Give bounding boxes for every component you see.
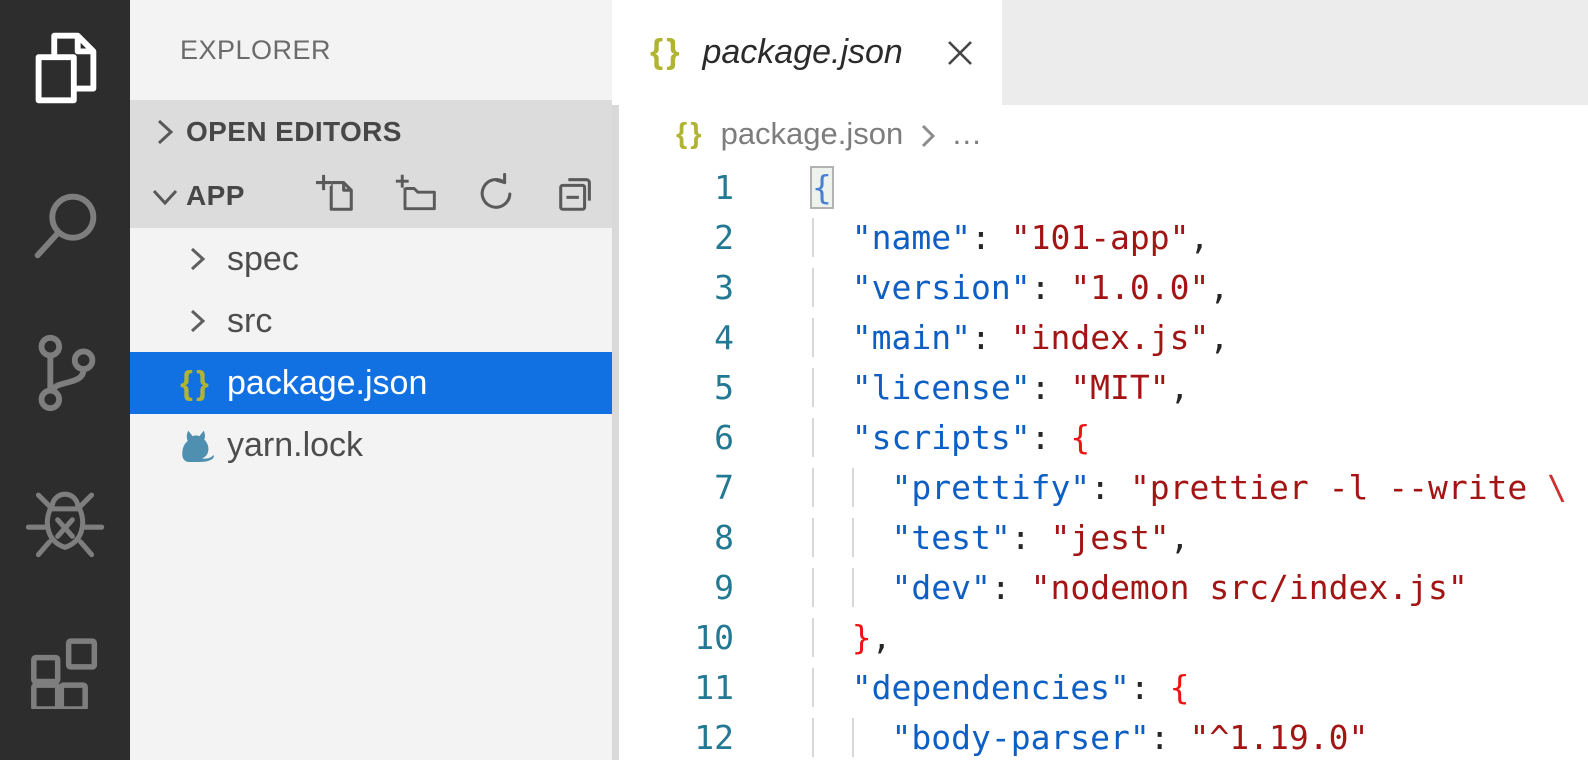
tree-item-package.json[interactable]: {}package.json bbox=[130, 352, 612, 414]
activity-item-source-control[interactable] bbox=[0, 324, 130, 424]
code-line: 10 }, bbox=[612, 613, 1588, 663]
tab-bar: {} package.json bbox=[612, 0, 1588, 105]
chevron-down-icon bbox=[148, 179, 182, 213]
line-number: 12 bbox=[612, 713, 734, 760]
code-line-text: "scripts": { bbox=[812, 413, 1090, 463]
code-editor[interactable]: 1{2 "name": "101-app",3 "version": "1.0.… bbox=[612, 163, 1588, 760]
code-line: 2 "name": "101-app", bbox=[612, 213, 1588, 263]
tree-item-yarn.lock[interactable]: yarn.lock bbox=[130, 414, 612, 476]
breadcrumb: {} package.json … bbox=[612, 105, 1588, 163]
code-line-text: }, bbox=[812, 613, 892, 663]
code-line-text: "version": "1.0.0", bbox=[812, 263, 1229, 313]
code-line-text: { bbox=[812, 163, 832, 213]
code-line: 3 "version": "1.0.0", bbox=[612, 263, 1588, 313]
code-line: 12 "body-parser": "^1.19.0" bbox=[612, 713, 1588, 760]
json-icon: {} bbox=[650, 33, 682, 72]
line-number: 8 bbox=[612, 513, 734, 563]
json-icon: {} bbox=[174, 362, 218, 404]
code-line: 7 "prettify": "prettier -l --write \ bbox=[612, 463, 1588, 513]
code-line: 4 "main": "index.js", bbox=[612, 313, 1588, 363]
code-line: 11 "dependencies": { bbox=[612, 663, 1588, 713]
activity-bar bbox=[0, 0, 130, 760]
tree-item-label: yarn.lock bbox=[227, 426, 363, 465]
sidebar-title: EXPLORER bbox=[130, 0, 612, 100]
code-line-text: "dependencies": { bbox=[812, 663, 1190, 713]
breadcrumb-file[interactable]: package.json bbox=[721, 116, 904, 152]
extensions-icon bbox=[21, 621, 109, 714]
code-line: 1{ bbox=[612, 163, 1588, 213]
file-tree: specsrc{}package.jsonyarn.lock bbox=[130, 228, 612, 476]
tree-item-label: package.json bbox=[227, 364, 427, 403]
section-actions bbox=[314, 173, 598, 220]
tab-label: package.json bbox=[702, 33, 902, 72]
chevron-right-icon bbox=[148, 115, 182, 149]
line-number: 1 bbox=[612, 163, 734, 213]
line-number: 4 bbox=[612, 313, 734, 363]
section-label: APP bbox=[186, 180, 245, 212]
line-number: 5 bbox=[612, 363, 734, 413]
line-number: 6 bbox=[612, 413, 734, 463]
collapse-all-icon[interactable] bbox=[554, 173, 598, 220]
chevron-right-icon bbox=[917, 121, 939, 151]
code-line-text: "name": "101-app", bbox=[812, 213, 1209, 263]
tab-package-json[interactable]: {} package.json bbox=[612, 0, 1002, 105]
line-number: 2 bbox=[612, 213, 734, 263]
explorer-sidebar: EXPLORER OPEN EDITORS APP specsrc{}packa… bbox=[130, 0, 612, 760]
tree-item-label: spec bbox=[227, 240, 299, 279]
line-number: 7 bbox=[612, 463, 734, 513]
json-icon: {} bbox=[676, 118, 705, 151]
chevron-right-icon bbox=[185, 304, 211, 338]
code-line-text: "dev": "nodemon src/index.js" bbox=[812, 563, 1468, 613]
code-line: 9 "dev": "nodemon src/index.js" bbox=[612, 563, 1588, 613]
code-line: 8 "test": "jest", bbox=[612, 513, 1588, 563]
vscode-window: EXPLORER OPEN EDITORS APP specsrc{}packa… bbox=[0, 0, 1588, 760]
line-number: 10 bbox=[612, 613, 734, 663]
tree-item-src[interactable]: src bbox=[130, 290, 612, 352]
editor-group: {} package.json {} package.json … 1{2 "n… bbox=[612, 0, 1588, 760]
line-number: 3 bbox=[612, 263, 734, 313]
files-icon bbox=[21, 24, 109, 117]
activity-item-extensions[interactable] bbox=[0, 617, 130, 717]
chevron-right-icon bbox=[185, 242, 211, 276]
code-line: 6 "scripts": { bbox=[612, 413, 1588, 463]
breadcrumb-tail[interactable]: … bbox=[951, 116, 982, 152]
line-number: 11 bbox=[612, 663, 734, 713]
code-line-text: "main": "index.js", bbox=[812, 313, 1229, 363]
section-label: OPEN EDITORS bbox=[186, 116, 402, 148]
search-icon bbox=[21, 181, 109, 274]
section-app[interactable]: APP bbox=[130, 164, 612, 228]
activity-item-debug[interactable] bbox=[0, 470, 130, 570]
tree-item-label: src bbox=[227, 302, 272, 341]
line-number: 9 bbox=[612, 563, 734, 613]
code-line-text: "prettify": "prettier -l --write \ bbox=[812, 463, 1567, 513]
yarn-icon bbox=[174, 424, 218, 466]
code-line-text: "license": "MIT", bbox=[812, 363, 1190, 413]
code-line: 5 "license": "MIT", bbox=[612, 363, 1588, 413]
section-open-editors[interactable]: OPEN EDITORS bbox=[130, 100, 612, 164]
activity-item-explorer[interactable] bbox=[0, 20, 130, 120]
code-line-text: "body-parser": "^1.19.0" bbox=[812, 713, 1368, 760]
source-control-icon bbox=[21, 328, 109, 421]
close-icon[interactable] bbox=[942, 35, 978, 71]
code-line-text: "test": "jest", bbox=[812, 513, 1190, 563]
tree-item-spec[interactable]: spec bbox=[130, 228, 612, 290]
new-file-icon[interactable] bbox=[314, 173, 358, 220]
refresh-icon[interactable] bbox=[474, 173, 518, 220]
new-folder-icon[interactable] bbox=[394, 173, 438, 220]
activity-item-search[interactable] bbox=[0, 177, 130, 277]
debug-icon bbox=[21, 474, 109, 567]
